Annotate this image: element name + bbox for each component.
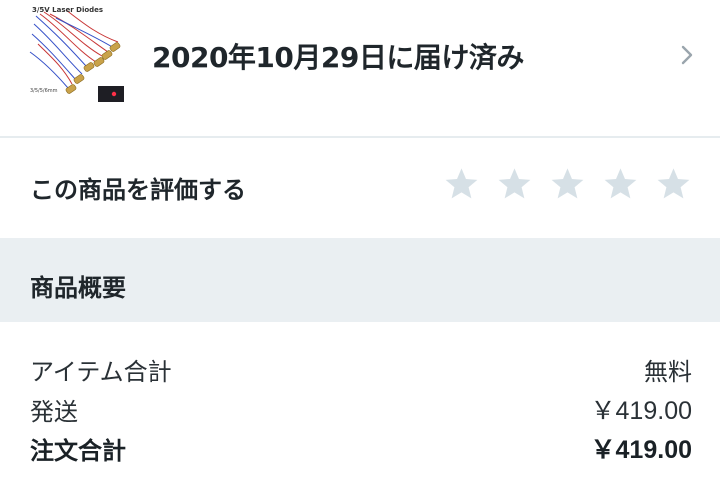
- item-total-value: 無料: [644, 357, 692, 386]
- star-icon-4[interactable]: [602, 166, 639, 203]
- shipping-row: 発送 ￥419.00: [30, 392, 692, 426]
- order-total-label: 注文合計: [30, 436, 126, 465]
- delivery-status: 2020年10月29日に届け済み: [152, 41, 524, 74]
- star-icon-5[interactable]: [655, 166, 692, 203]
- star-icon-2[interactable]: [496, 166, 533, 203]
- rate-product-label: この商品を評価する: [30, 176, 246, 204]
- chevron-right-icon[interactable]: [680, 44, 694, 66]
- item-total-row: アイテム合計 無料: [30, 352, 692, 386]
- shipping-label: 発送: [30, 397, 78, 426]
- summary-title: 商品概要: [30, 274, 126, 302]
- thumbnail-caption: 3/5V Laser Diodes: [32, 6, 104, 14]
- star-icon-1[interactable]: [443, 166, 480, 203]
- rate-product-row: この商品を評価する: [0, 140, 720, 238]
- order-item-row[interactable]: 3/5V Laser Diodes 3/5/5/6mm 2020年10月29日に…: [0, 0, 720, 138]
- product-thumbnail[interactable]: 3/5V Laser Diodes 3/5/5/6mm: [26, 4, 130, 108]
- thumbnail-size-label: 3/5/5/6mm: [30, 88, 58, 94]
- order-total-value: ￥419.00: [590, 436, 692, 464]
- item-total-label: アイテム合計: [30, 357, 172, 386]
- star-rating[interactable]: [443, 166, 692, 204]
- summary-header: 商品概要: [0, 238, 720, 322]
- shipping-value: ￥419.00: [590, 397, 692, 425]
- star-icon-3[interactable]: [549, 166, 586, 203]
- order-total-row: 注文合計 ￥419.00: [30, 431, 692, 465]
